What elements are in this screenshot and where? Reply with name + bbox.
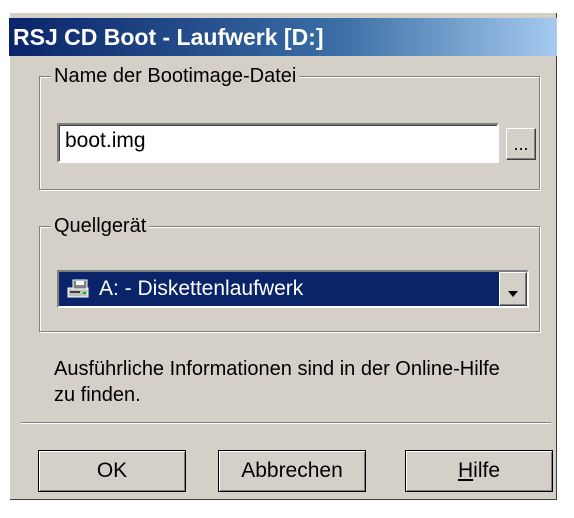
info-text-line-2: zu finden. (54, 384, 141, 406)
source-group-label: Quellgerät (51, 214, 150, 238)
info-text-line-1: Ausführliche Informationen sind in der O… (54, 358, 500, 380)
window-title: RSJ CD Boot - Laufwerk [D:] (13, 24, 324, 50)
chevron-down-icon (507, 285, 519, 303)
browse-button[interactable]: ... (506, 128, 536, 160)
dropdown-button[interactable] (499, 272, 527, 306)
bootimage-filename-value: boot.img (65, 129, 146, 152)
bootimage-group-label: Name der Bootimage-Datei (51, 64, 300, 88)
cancel-button[interactable]: Abbrechen (218, 450, 366, 492)
dialog-window: RSJ CD Boot - Laufwerk [D:] Name der Boo… (9, 12, 557, 500)
separator (21, 422, 551, 424)
info-text: Ausführliche Informationen sind in der O… (54, 356, 500, 408)
help-button-label: Hilfe (457, 459, 501, 482)
cancel-button-label: Abbrechen (241, 459, 343, 482)
ok-button[interactable]: OK (38, 450, 186, 492)
bootimage-filename-input[interactable]: boot.img (57, 123, 499, 163)
source-device-select[interactable]: A: - Diskettenlaufwerk (57, 270, 529, 308)
browse-button-label: ... (513, 134, 529, 154)
selected-device-text: A: - Diskettenlaufwerk (99, 277, 304, 300)
floppy-drive-icon (67, 278, 91, 300)
title-bar[interactable]: RSJ CD Boot - Laufwerk [D:] (9, 18, 557, 56)
help-button[interactable]: Hilfe (405, 450, 553, 492)
ok-button-label: OK (96, 459, 128, 482)
